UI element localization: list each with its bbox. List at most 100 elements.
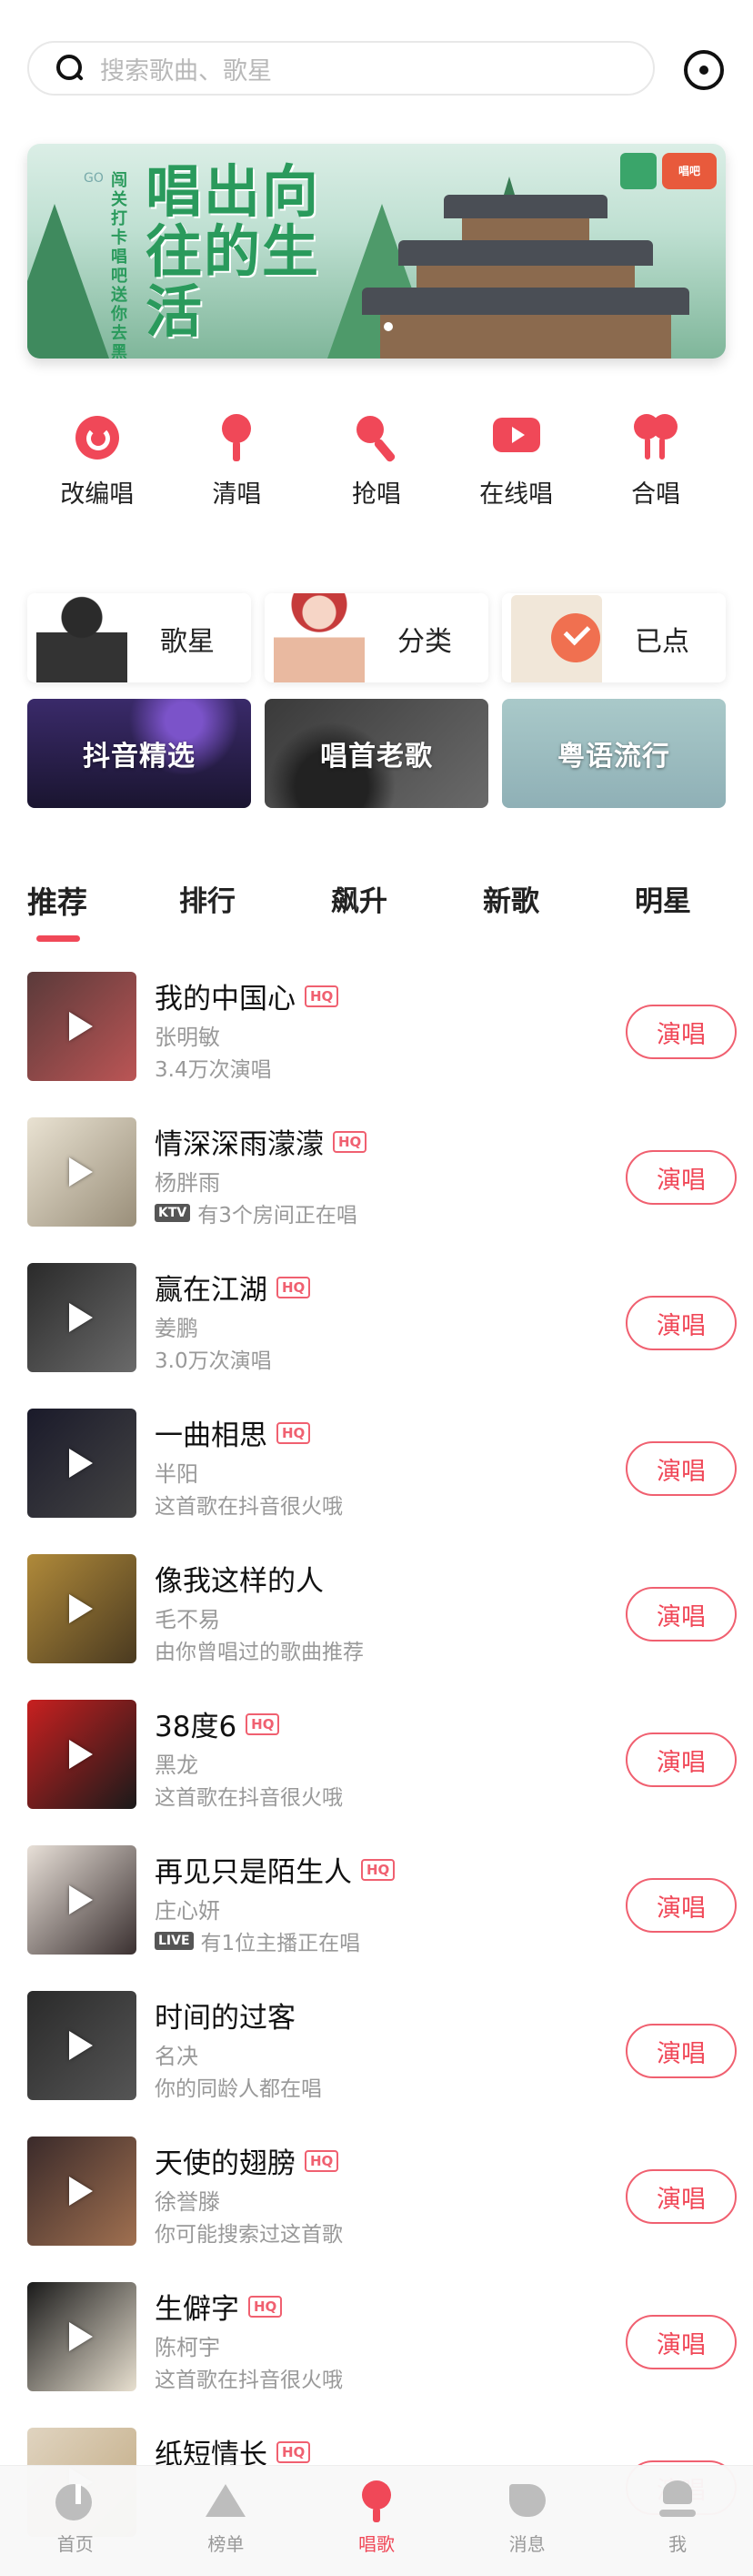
category-label: 已点 bbox=[635, 626, 689, 658]
banner-building-illustration bbox=[362, 186, 689, 359]
song-title: 我的中国心 bbox=[155, 983, 296, 1015]
category-singers[interactable]: 歌星 bbox=[27, 593, 251, 682]
song-row[interactable]: 38度6 HQ 黑龙这首歌在抖音很火哦 演唱 bbox=[27, 1700, 737, 1845]
song-description: 你可能搜索过这首歌 bbox=[155, 2217, 343, 2248]
search-icon bbox=[55, 53, 85, 84]
album-cover[interactable] bbox=[27, 1991, 136, 2100]
play-icon bbox=[69, 1012, 93, 1041]
search-bar[interactable]: 搜索歌曲、歌星 bbox=[27, 41, 655, 96]
action-online[interactable]: 在线唱 bbox=[453, 414, 580, 528]
nav-label: 消息 bbox=[508, 2533, 546, 2555]
grab-mic-icon bbox=[353, 414, 400, 461]
song-description: 这首歌在抖音很火哦 bbox=[155, 2362, 343, 2393]
song-title: 38度6 bbox=[155, 1711, 237, 1743]
tab-stars[interactable]: 明星 bbox=[635, 878, 726, 933]
hq-badge: HQ bbox=[246, 1712, 280, 1735]
banner-small-vertical-text: GO bbox=[84, 171, 104, 186]
song-stat: 由你曾唱过的歌曲推荐 bbox=[155, 1641, 364, 1664]
song-title-row: 生僻字 HQ bbox=[155, 2286, 283, 2327]
album-cover[interactable] bbox=[27, 1554, 136, 1663]
play-icon bbox=[69, 1449, 93, 1478]
record-disc-icon[interactable] bbox=[684, 50, 724, 90]
action-label: 清唱 bbox=[212, 480, 262, 509]
tab-ranking[interactable]: 排行 bbox=[179, 878, 270, 933]
album-cover[interactable] bbox=[27, 972, 136, 1081]
action-grab[interactable]: 抢唱 bbox=[313, 414, 440, 528]
song-row[interactable]: 我的中国心 HQ 张明敏 3.4万次演唱 演唱 bbox=[27, 972, 737, 1117]
song-artist: 黑龙 bbox=[155, 1753, 198, 1778]
album-cover[interactable] bbox=[27, 1700, 136, 1809]
hq-badge: HQ bbox=[361, 1858, 396, 1881]
nav-item[interactable]: 我 bbox=[623, 2466, 732, 2576]
nav-label: 我 bbox=[668, 2533, 688, 2555]
song-description: 由你曾唱过的歌曲推荐 bbox=[155, 1634, 364, 1665]
song-artist: 陈柯宇 bbox=[155, 2335, 220, 2360]
sing-button[interactable]: 演唱 bbox=[626, 1878, 737, 1933]
song-row[interactable]: 天使的翅膀 HQ 徐誉滕 你可能搜索过这首歌 演唱 bbox=[27, 2137, 737, 2282]
action-acapella[interactable]: 清唱 bbox=[173, 414, 300, 528]
song-row[interactable]: 一曲相思 HQ 半阳 这首歌在抖音很火哦 演唱 bbox=[27, 1409, 737, 1554]
sing-button[interactable]: 演唱 bbox=[626, 2024, 737, 2078]
song-description: 这首歌在抖音很火哦 bbox=[155, 1489, 343, 1520]
play-icon bbox=[69, 1740, 93, 1769]
song-title: 像我这样的人 bbox=[155, 1565, 324, 1598]
song-title: 情深深雨濛濛 bbox=[155, 1128, 324, 1161]
song-stat: 3.0万次演唱 bbox=[155, 1349, 272, 1373]
tab-rising[interactable]: 飙升 bbox=[331, 878, 422, 933]
album-cover[interactable] bbox=[27, 1117, 136, 1227]
hq-badge: HQ bbox=[248, 2295, 283, 2318]
album-cover[interactable] bbox=[27, 2137, 136, 2246]
song-stat: 这首歌在抖音很火哦 bbox=[155, 1495, 343, 1519]
album-cover[interactable] bbox=[27, 1409, 136, 1518]
song-row[interactable]: 像我这样的人 毛不易 由你曾唱过的歌曲推荐 演唱 bbox=[27, 1554, 737, 1700]
song-artist: 姜鹏 bbox=[155, 1316, 198, 1341]
play-icon bbox=[69, 1157, 93, 1187]
play-icon bbox=[69, 2031, 93, 2060]
sing-button[interactable]: 演唱 bbox=[626, 1150, 737, 1205]
action-rework[interactable]: 改编唱 bbox=[34, 414, 161, 528]
tile-old-songs[interactable]: 唱首老歌 bbox=[265, 699, 488, 808]
song-title-row: 情深深雨濛濛 HQ bbox=[155, 1121, 367, 1162]
nav-item[interactable]: 榜单 bbox=[171, 2466, 280, 2576]
nav-item[interactable]: 唱歌 bbox=[322, 2466, 431, 2576]
album-cover[interactable] bbox=[27, 2282, 136, 2391]
sing-button[interactable]: 演唱 bbox=[626, 1732, 737, 1787]
song-row[interactable]: 生僻字 HQ 陈柯宇 这首歌在抖音很火哦 演唱 bbox=[27, 2282, 737, 2428]
album-cover[interactable] bbox=[27, 1263, 136, 1372]
album-cover[interactable] bbox=[27, 1845, 136, 1955]
sing-button[interactable]: 演唱 bbox=[626, 2315, 737, 2369]
hq-badge: HQ bbox=[305, 985, 339, 1007]
banner-page-indicator bbox=[384, 322, 393, 331]
sing-button[interactable]: 演唱 bbox=[626, 1587, 737, 1642]
play-icon bbox=[69, 1885, 93, 1914]
sing-button[interactable]: 演唱 bbox=[626, 2169, 737, 2224]
song-description: KTV 有3个房间正在唱 bbox=[155, 1197, 357, 1228]
song-title: 时间的过客 bbox=[155, 2002, 296, 2035]
sing-button[interactable]: 演唱 bbox=[626, 1005, 737, 1059]
song-row[interactable]: 情深深雨濛濛 HQ 杨胖雨 KTV 有3个房间正在唱 演唱 bbox=[27, 1117, 737, 1263]
song-row[interactable]: 再见只是陌生人 HQ 庄心妍 LIVE 有1位主播正在唱 演唱 bbox=[27, 1845, 737, 1991]
song-stat: 这首歌在抖音很火哦 bbox=[155, 1786, 343, 1810]
category-genres[interactable]: 分类 bbox=[265, 593, 488, 682]
song-description: 3.4万次演唱 bbox=[155, 1052, 272, 1083]
song-stat: 有3个房间正在唱 bbox=[197, 1204, 357, 1227]
song-row[interactable]: 赢在江湖 HQ 姜鹏 3.0万次演唱 演唱 bbox=[27, 1263, 737, 1409]
nav-label: 唱歌 bbox=[357, 2533, 395, 2555]
sing-button[interactable]: 演唱 bbox=[626, 1441, 737, 1496]
tile-cantonese-pop[interactable]: 粤语流行 bbox=[502, 699, 726, 808]
nav-item[interactable]: 消息 bbox=[473, 2466, 582, 2576]
tab-recommended[interactable]: 推荐 bbox=[27, 878, 118, 942]
song-title-row: 赢在江湖 HQ bbox=[155, 1267, 311, 1308]
action-duet[interactable]: 合唱 bbox=[592, 414, 719, 528]
tab-new-songs[interactable]: 新歌 bbox=[483, 878, 574, 933]
tile-douyin-picks[interactable]: 抖音精选 bbox=[27, 699, 251, 808]
category-ordered[interactable]: 已点 bbox=[502, 593, 726, 682]
promo-banner[interactable]: GO 闯关打卡 唱吧送你去黑西 唱出向往的生活 唱吧 bbox=[27, 144, 726, 359]
song-stat: 你的同龄人都在唱 bbox=[155, 2077, 322, 2101]
song-title: 赢在江湖 bbox=[155, 1274, 267, 1307]
sing-button[interactable]: 演唱 bbox=[626, 1296, 737, 1350]
action-label: 抢唱 bbox=[351, 480, 401, 509]
song-row[interactable]: 时间的过客 名决 你的同龄人都在唱 演唱 bbox=[27, 1991, 737, 2137]
message-icon bbox=[507, 2480, 547, 2520]
nav-item[interactable]: 首页 bbox=[21, 2466, 130, 2576]
